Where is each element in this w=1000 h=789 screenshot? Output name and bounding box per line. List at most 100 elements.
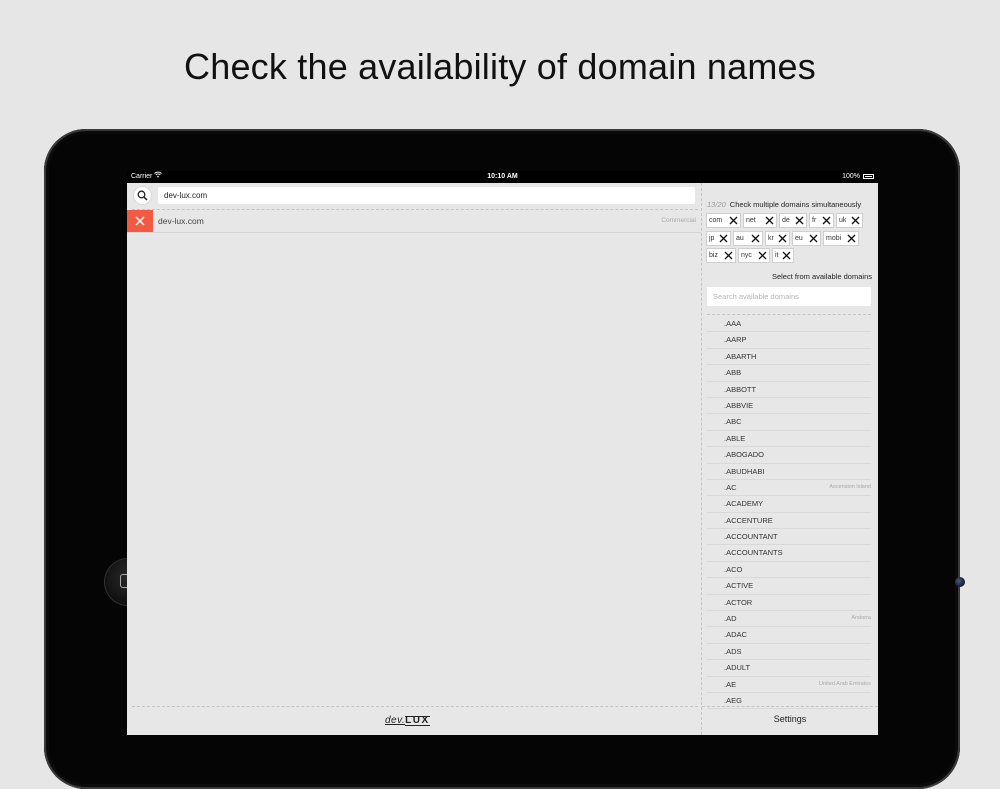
tld-name: .AARP [724,335,747,345]
app-screen: Carrier 10:10 AM 100% dev-lux.com Commer… [127,171,878,735]
tld-tag: biz [706,248,736,263]
divider [702,706,878,707]
tld-tag: com [706,213,741,228]
tld-tag: au [733,230,763,246]
available-domain-item[interactable]: .ADS [707,644,871,661]
tld-tag: mobi [823,230,859,246]
available-domains-search-input[interactable] [707,287,871,306]
remove-tld-icon[interactable] [809,234,818,243]
camera-icon [955,577,965,587]
tld-name: .ACCENTURE [724,515,773,525]
close-icon [135,216,145,226]
available-domain-item[interactable]: .ACCENTURE [707,513,871,530]
tld-tag: de [779,213,807,228]
available-domain-item[interactable]: .ABARTH [707,349,871,366]
tld-tag-label: nyc [741,252,752,259]
remove-tld-icon[interactable] [822,216,831,225]
tld-name: .ADAC [724,630,747,640]
tld-name: .ABUDHABI [724,466,765,476]
available-domain-list: .AAA .AARP .ABARTH .ABB .ABBOTT .ABBVIE .ABC .A… [707,316,871,710]
available-domain-item[interactable]: .ABC [707,414,871,431]
available-domain-item[interactable]: .ACTIVE [707,578,871,595]
remove-tld-icon[interactable] [719,234,728,243]
remove-tld-icon[interactable] [847,234,856,243]
tld-name: .ACO [724,564,743,574]
available-domain-item[interactable]: .ABB [707,365,871,382]
tld-tag-label: de [782,217,790,224]
selected-count: 13/20 [707,200,726,209]
result-row[interactable]: dev-lux.com Commercial [127,210,701,233]
multi-domain-label: Check multiple domains simultaneously [729,200,862,209]
tld-name: .ACTIVE [724,581,754,591]
tld-country: Ascension Island [829,483,871,490]
status-time: 10:10 AM [487,173,518,180]
tld-name: .AAA [724,319,742,328]
remove-tld-icon[interactable] [751,234,760,243]
tld-name: .ABBOTT [724,384,757,394]
tld-name: .ACTOR [724,597,753,607]
result-category: Commercial [661,217,696,224]
available-domain-item[interactable]: .AD Andorra [707,611,871,628]
tld-name: .ABLE [724,433,746,443]
domain-search-input[interactable] [158,187,695,204]
remove-tld-icon[interactable] [765,216,774,225]
battery-icon [863,174,874,179]
divider [132,706,698,707]
available-domain-item[interactable]: .AAA [707,316,871,333]
tld-name: .ADS [724,646,742,656]
available-domain-item[interactable]: .ACCOUNTANT [707,529,871,546]
headline: Check the availability of domain names [184,46,816,87]
results-pane: dev-lux.com Commercial dev.LUX [127,183,701,735]
settings-button[interactable]: Settings [702,714,878,724]
tld-name: .ABARTH [724,351,757,361]
remove-tld-icon[interactable] [729,216,738,225]
tld-tag-label: net [746,217,756,224]
available-domain-item[interactable]: .AC Ascension Island [707,480,871,497]
remove-tld-icon[interactable] [778,234,787,243]
available-domain-item[interactable]: .AE United Arab Emirates [707,677,871,693]
multi-domain-header: 13/20 Check multiple domains simultaneous… [707,200,875,209]
tld-name: .ABOGADO [724,450,765,460]
tld-name: .ACCOUNTANTS [724,548,783,558]
tld-name: .AE [724,679,737,689]
available-domain-item[interactable]: .ABLE [707,431,871,448]
status-bar: Carrier 10:10 AM 100% [127,171,878,183]
available-domain-item[interactable]: .ADAC [707,627,871,644]
remove-tld-icon[interactable] [758,251,767,260]
search-bar [127,183,701,209]
domains-pane: 13/20 Check multiple domains simultaneous… [702,183,878,735]
tld-tag-label: mobi [826,234,842,242]
remove-tld-icon[interactable] [851,216,860,225]
tld-tag: fr [809,213,834,228]
dev-lux-logo: dev.LUX [385,715,430,726]
available-domain-item[interactable]: .ABUDHABI [707,464,871,480]
available-domain-item[interactable]: .ACTOR [707,595,871,612]
tld-tag-label: it [775,252,779,259]
remove-tld-icon[interactable] [795,216,804,225]
available-domain-item[interactable]: .ADULT [707,660,871,677]
tld-tag: it [772,248,794,263]
tld-name: .ADULT [724,663,751,673]
search-icon[interactable] [134,187,151,204]
available-domain-item[interactable]: .ACADEMY [707,496,871,513]
available-domain-item[interactable]: .AARP [707,332,871,349]
available-domain-item[interactable]: .ABBVIE [707,398,871,415]
available-domain-item[interactable]: .ABOGADO [707,447,871,464]
tld-name: .ABC [724,417,742,427]
tld-tag-label: eu [795,234,803,242]
tld-tag-label: au [736,234,744,242]
tld-name: .AD [724,614,737,624]
remove-result-button[interactable] [127,210,153,232]
available-domain-item[interactable]: .ACO [707,562,871,579]
tld-country: United Arab Emirates [819,680,871,687]
tld-tag-label: com [709,217,723,224]
logo-part-lux: LUX [405,715,430,726]
remove-tld-icon[interactable] [724,251,733,260]
divider [707,314,871,315]
remove-tld-icon[interactable] [782,251,791,260]
available-domain-item[interactable]: .ACCOUNTANTS [707,545,871,562]
tld-tag-label: biz [709,252,718,259]
tld-tag-label: kr [768,234,774,242]
available-domain-item[interactable]: .ABBOTT [707,382,871,398]
select-domains-label: Select from available domains [771,272,872,281]
